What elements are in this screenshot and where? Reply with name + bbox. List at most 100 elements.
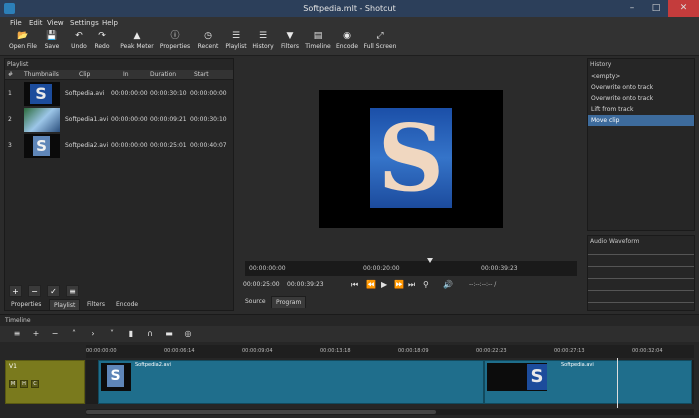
- softpedia-s-icon: S: [377, 104, 445, 212]
- current-timecode[interactable]: 00:00:25:00: [243, 280, 280, 290]
- skip-end-button[interactable]: ⏭: [408, 278, 415, 292]
- encode-button[interactable]: ◉ Encode: [335, 31, 359, 51]
- split-button[interactable]: ▮: [124, 328, 138, 340]
- timeline-playhead[interactable]: [617, 358, 618, 408]
- recent-button[interactable]: ◷ Recent: [195, 31, 221, 51]
- add-button[interactable]: +: [9, 285, 22, 297]
- table-row[interactable]: 3 S Softpedia2.avi 00:00:00:00 00:00:25:…: [5, 133, 233, 159]
- tab-source[interactable]: Source: [241, 296, 270, 308]
- scrub-icon[interactable]: ◎: [181, 328, 195, 340]
- viewer-scrubber[interactable]: 00:00:00:00 00:00:20:00 00:00:39:23: [245, 261, 577, 276]
- col-in[interactable]: In: [123, 70, 129, 80]
- clip-thumbnail: S: [24, 134, 60, 158]
- menu-edit[interactable]: Edit: [29, 17, 43, 29]
- waveform-track: [588, 302, 694, 303]
- remove-button[interactable]: −: [48, 328, 62, 340]
- undo-button[interactable]: ↶ Undo: [67, 31, 91, 51]
- history-item[interactable]: Lift from track: [588, 104, 694, 115]
- save-icon: 💾: [46, 31, 58, 41]
- history-item[interactable]: <empty>: [588, 71, 694, 82]
- playhead-marker[interactable]: [427, 258, 433, 263]
- fast-forward-button[interactable]: ⏩: [394, 278, 404, 292]
- softpedia-logo-frame: S: [370, 108, 452, 208]
- softpedia-logo-icon: S: [107, 365, 124, 387]
- peak-meter-button[interactable]: ▲ Peak Meter: [118, 31, 156, 51]
- table-row[interactable]: 2 Softpedia1.avi 00:00:00:00 00:00:09:21…: [5, 107, 233, 133]
- rewind-button[interactable]: ⏪: [366, 278, 376, 292]
- overwrite-down-button[interactable]: ˅: [105, 328, 119, 340]
- tab-playlist[interactable]: Playlist: [49, 299, 81, 310]
- left-dock-tabs: Properties Playlist Filters Encode: [5, 299, 233, 311]
- timeline-clip[interactable]: S Softpedia.avi: [484, 360, 692, 404]
- col-clip[interactable]: Clip: [79, 70, 90, 80]
- timeline-clip[interactable]: S Softpedia2.avi: [98, 360, 484, 404]
- properties-button[interactable]: ⓘ Properties: [158, 31, 192, 51]
- app-window: Softpedia.mlt - Shotcut – □ ✕ File Edit …: [0, 0, 699, 418]
- ruler-tick: 00:00:00:00: [249, 265, 286, 272]
- append-button[interactable]: +: [29, 328, 43, 340]
- menu-file[interactable]: File: [10, 17, 22, 29]
- history-panel: History <empty> Overwrite onto track Ove…: [587, 58, 695, 231]
- playlist-button[interactable]: ☰ Playlist: [223, 31, 249, 51]
- clip-label: Softpedia2.avi: [135, 362, 171, 368]
- ripple-button[interactable]: ▬: [162, 328, 176, 340]
- history-title: History: [590, 61, 612, 68]
- scrollbar-thumb[interactable]: [86, 410, 436, 414]
- maximize-button[interactable]: □: [644, 0, 668, 17]
- filters-button[interactable]: ▼ Filters: [278, 31, 302, 51]
- viewer-tabs: Source Program: [237, 296, 585, 309]
- skip-start-button[interactable]: ⏮: [351, 278, 358, 292]
- snap-icon[interactable]: ∩: [143, 328, 157, 340]
- waveform-title: Audio Waveform: [590, 238, 640, 245]
- video-frame[interactable]: S: [319, 90, 503, 228]
- history-item-selected[interactable]: Move clip: [588, 115, 694, 126]
- mute-button[interactable]: M: [9, 380, 17, 388]
- playlist-menu-button[interactable]: ≡: [66, 285, 79, 297]
- col-duration[interactable]: Duration: [150, 70, 176, 80]
- redo-icon: ↷: [98, 31, 106, 41]
- save-button[interactable]: 💾 Save: [40, 31, 64, 51]
- table-row[interactable]: 1 S Softpedia.avi 00:00:00:00 00:00:30:1…: [5, 81, 233, 107]
- peak-meter-icon: ▲: [133, 31, 141, 41]
- minimize-button[interactable]: –: [620, 0, 644, 17]
- menu-settings[interactable]: Settings: [70, 17, 99, 29]
- properties-icon: ⓘ: [170, 31, 180, 41]
- ruler-tick: 00:00:20:00: [363, 265, 400, 272]
- close-button[interactable]: ✕: [668, 0, 699, 17]
- col-start[interactable]: Start: [194, 70, 209, 80]
- menu-view[interactable]: View: [47, 17, 64, 29]
- timeline-panel: Timeline ≡ + − ˄ › ˅ ▮ ∩ ▬ ◎ 00:00:00:00…: [0, 314, 699, 418]
- overwrite-button[interactable]: ›: [86, 328, 100, 340]
- zoom-icon[interactable]: ⚲: [423, 278, 429, 292]
- history-button[interactable]: ☰ History: [251, 31, 275, 51]
- lift-button[interactable]: ˄: [67, 328, 81, 340]
- timeline-hscroll[interactable]: [86, 409, 694, 415]
- menu-help[interactable]: Help: [102, 17, 118, 29]
- tab-filters[interactable]: Filters: [83, 299, 109, 310]
- composite-button[interactable]: C: [31, 380, 39, 388]
- col-thumbnails[interactable]: Thumbnails: [24, 70, 59, 80]
- history-item[interactable]: Overwrite onto track: [588, 93, 694, 104]
- remove-button[interactable]: −: [28, 285, 41, 297]
- timeline-menu-button[interactable]: ≡: [10, 328, 24, 340]
- timeline-button[interactable]: ▤ Timeline: [304, 31, 332, 51]
- timeline-ruler[interactable]: 00:00:00:00 00:00:06:14 00:00:09:04 00:0…: [86, 345, 694, 358]
- playlist-panel: Playlist # Thumbnails Clip In Duration S…: [4, 58, 234, 311]
- open-file-button[interactable]: 📂 Open File: [6, 31, 40, 51]
- timeline-icon: ▤: [313, 31, 323, 41]
- tab-properties[interactable]: Properties: [7, 299, 45, 310]
- col-num[interactable]: #: [8, 70, 13, 80]
- play-button[interactable]: ▶: [381, 278, 387, 292]
- video-track[interactable]: S Softpedia2.avi S Softpedia.avi: [86, 360, 694, 404]
- tab-encode[interactable]: Encode: [112, 299, 142, 310]
- hide-button[interactable]: H: [20, 380, 28, 388]
- full-screen-button[interactable]: ⤢ Full Screen: [363, 31, 397, 51]
- history-item[interactable]: Overwrite onto track: [588, 82, 694, 93]
- filters-icon: ▼: [286, 31, 294, 41]
- clip-thumbnail: S: [24, 82, 60, 106]
- tab-program[interactable]: Program: [271, 296, 307, 308]
- volume-icon[interactable]: 🔊: [443, 278, 453, 292]
- update-button[interactable]: ✓: [47, 285, 60, 297]
- redo-button[interactable]: ↷ Redo: [90, 31, 114, 51]
- softpedia-logo-icon: S: [33, 136, 50, 156]
